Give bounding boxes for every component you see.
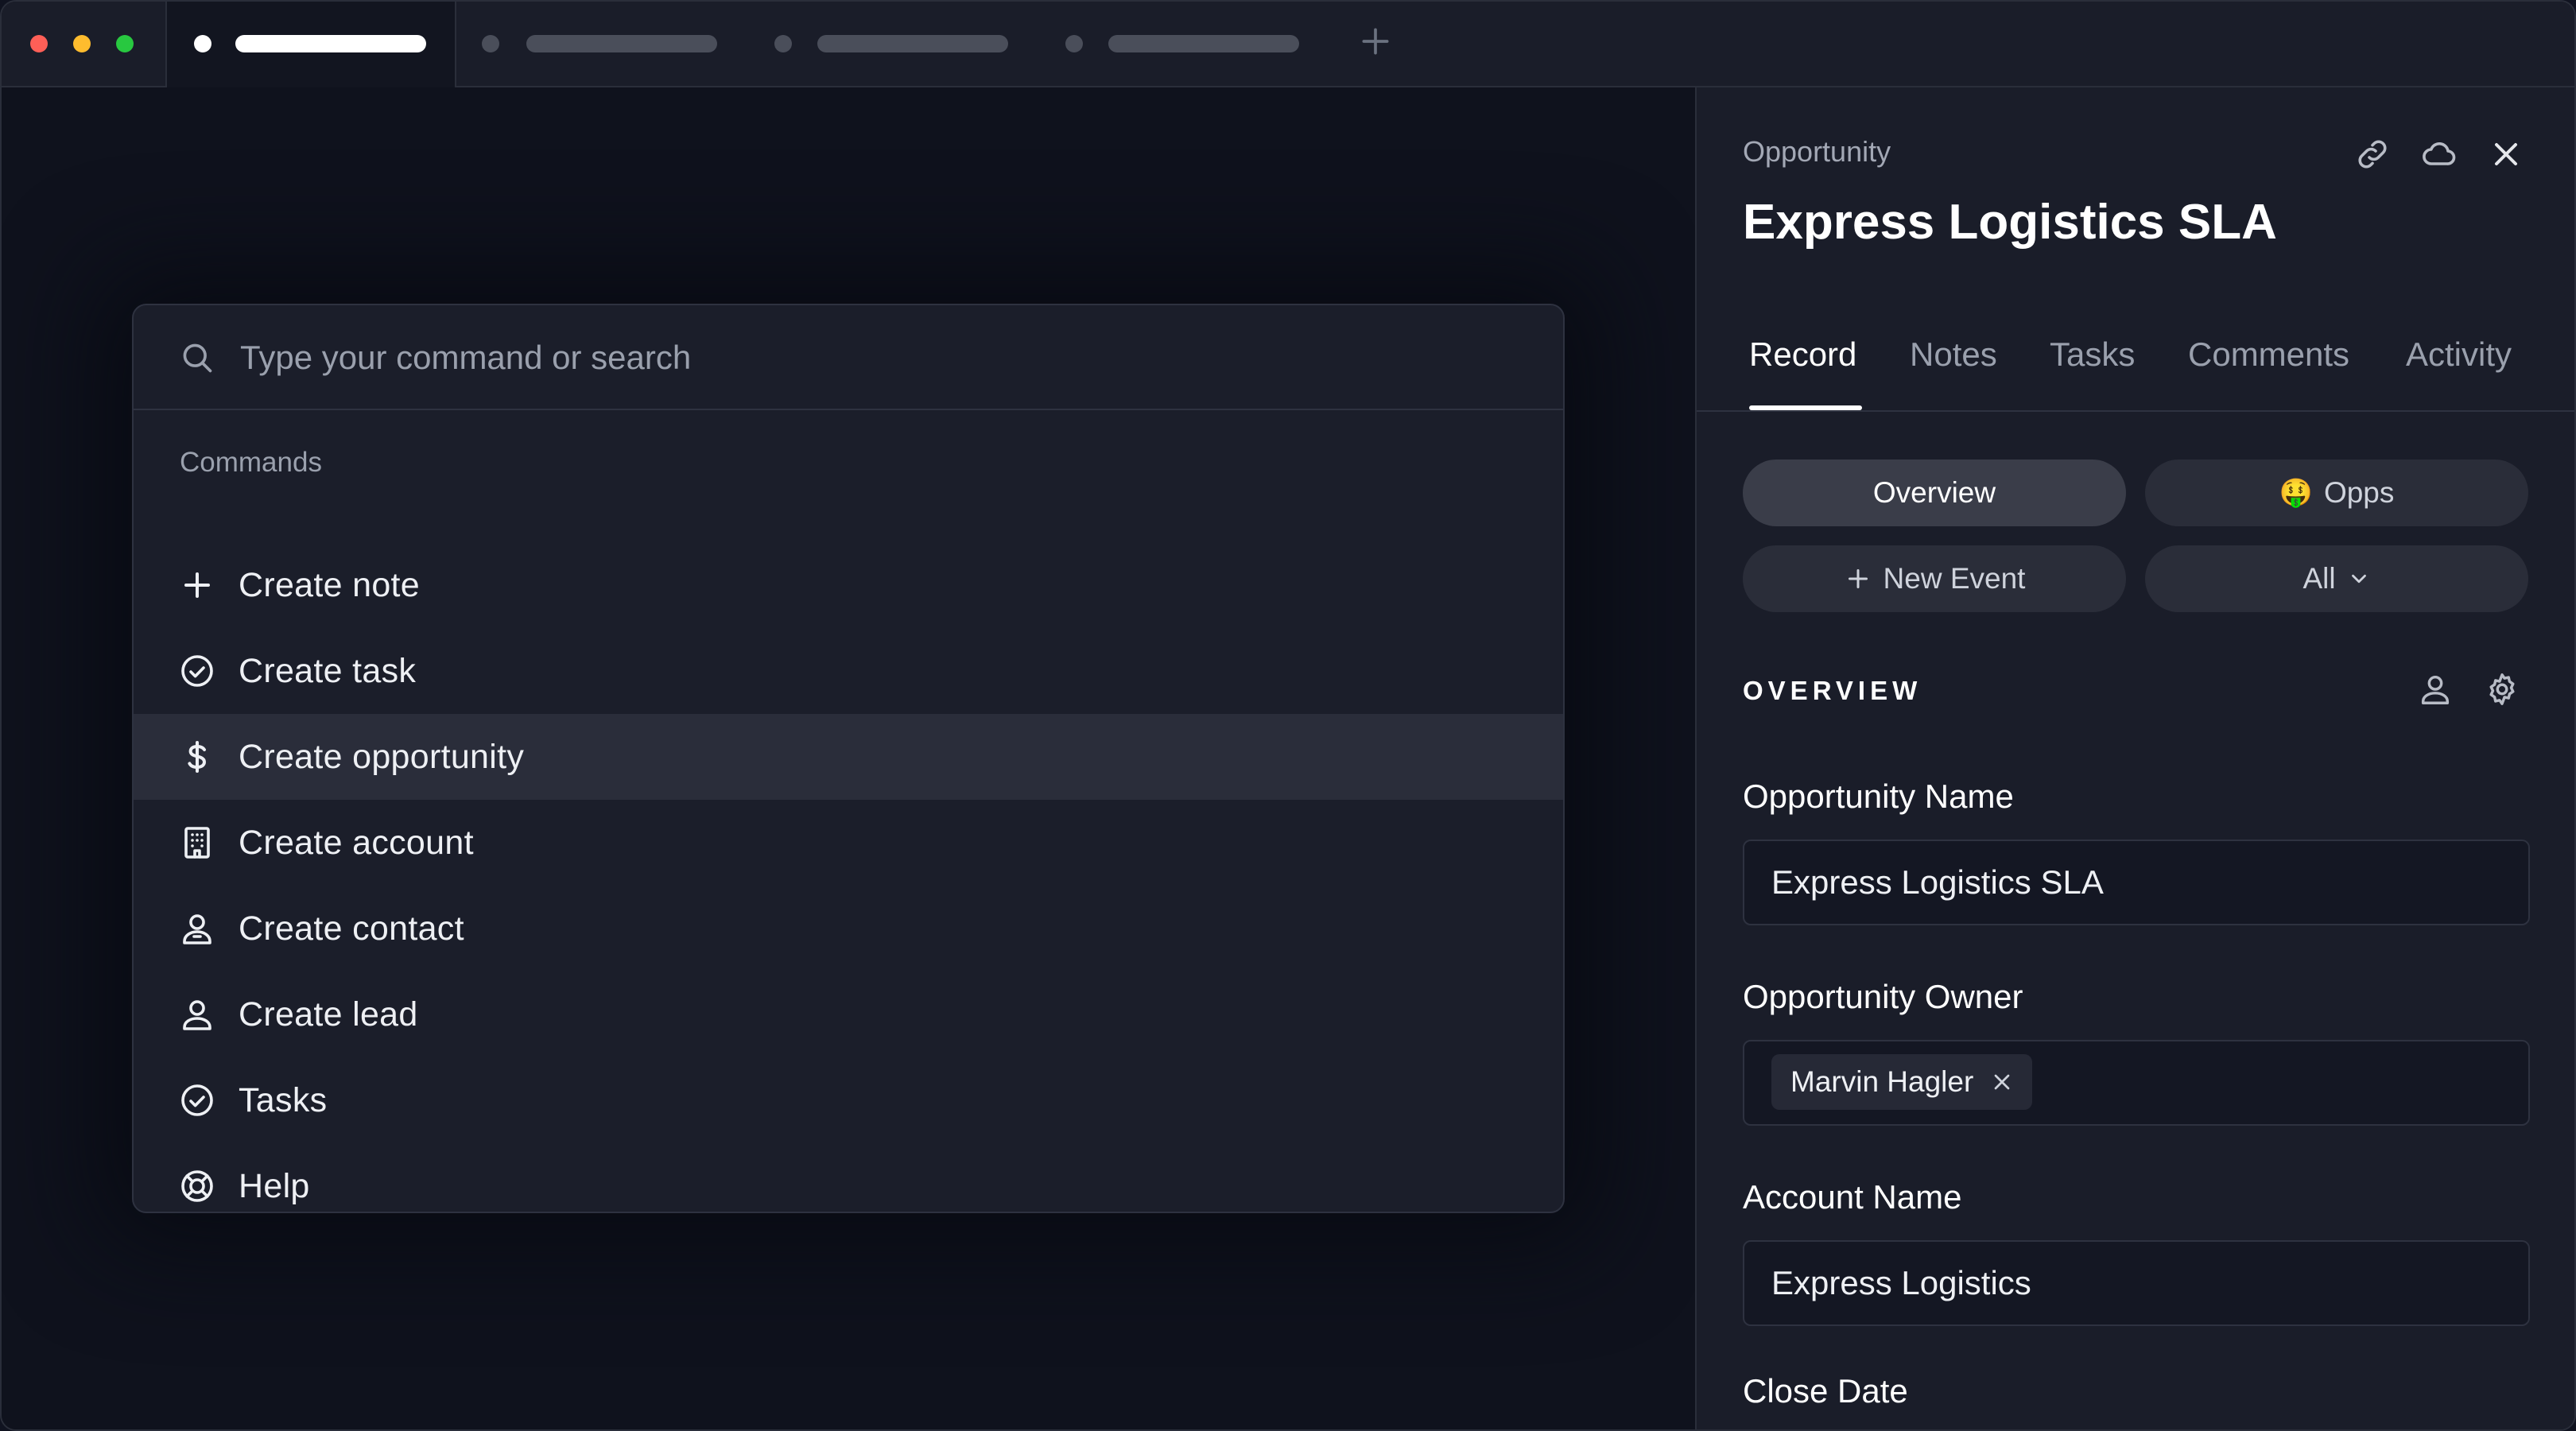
command-label: Help [239, 1166, 310, 1205]
account-name-value: Express Logistics [1771, 1264, 2031, 1301]
tab-bar [2, 2, 2574, 87]
tab-favicon [482, 35, 499, 52]
close-window-dot[interactable] [30, 35, 48, 52]
new-event-button[interactable]: New Event [1743, 545, 2126, 612]
command-create-note[interactable]: Create note [134, 542, 1563, 628]
opportunity-owner-field[interactable]: Marvin Hagler [1743, 1040, 2530, 1126]
opportunity-name-label: Opportunity Name [1743, 778, 2014, 815]
browser-tab[interactable] [1062, 2, 1317, 86]
command-search-input[interactable] [239, 332, 1514, 383]
tab-activity[interactable]: Activity [2406, 335, 2512, 374]
command-create-lead[interactable]: Create lead [134, 971, 1563, 1057]
browser-tab[interactable] [479, 2, 733, 86]
tab-title-placeholder [817, 35, 1008, 52]
building-icon [184, 827, 210, 859]
close-icon[interactable] [2487, 135, 2525, 173]
minimize-window-dot[interactable] [73, 35, 91, 52]
command-create-account[interactable]: Create account [134, 800, 1563, 886]
opps-button[interactable]: 🤑 Opps [2145, 460, 2528, 526]
tab-comments[interactable]: Comments [2188, 335, 2349, 374]
opportunity-panel: Opportunity Express Logistics SLA Record… [1695, 87, 2574, 1429]
command-label: Create account [239, 823, 474, 862]
command-create-contact[interactable]: Create contact [134, 886, 1563, 971]
command-label: Create note [239, 565, 421, 604]
link-icon[interactable] [2353, 135, 2392, 173]
command-label: Create opportunity [239, 737, 525, 776]
search-icon [183, 343, 212, 373]
tab-title-placeholder [1108, 35, 1299, 52]
opportunity-owner-label: Opportunity Owner [1743, 978, 2023, 1015]
all-filter-label: All [2302, 562, 2336, 595]
record-type-label: Opportunity [1743, 135, 1891, 168]
owner-chip-label: Marvin Hagler [1790, 1065, 1974, 1098]
command-help[interactable]: Help [134, 1143, 1563, 1212]
command-label: Create contact [239, 909, 464, 948]
plus-icon [184, 572, 210, 598]
lifebuoy-icon [181, 1170, 213, 1202]
money-face-icon: 🤑 [2279, 478, 2313, 508]
zoom-window-dot[interactable] [116, 35, 134, 52]
browser-tab[interactable] [771, 2, 1026, 86]
user-icon [183, 1000, 211, 1030]
account-name-label: Account Name [1743, 1178, 1962, 1216]
close-date-label: Close Date [1743, 1372, 1908, 1410]
check-circle-icon [181, 655, 213, 687]
opportunity-name-value: Express Logistics SLA [1771, 863, 2104, 901]
cloud-icon[interactable] [2420, 135, 2458, 173]
command-create-opportunity[interactable]: Create opportunity [134, 714, 1563, 800]
remove-owner-icon[interactable] [1989, 1069, 2015, 1095]
browser-tab-active[interactable] [165, 2, 456, 87]
command-search-row [134, 305, 1563, 410]
account-name-field[interactable]: Express Logistics [1743, 1240, 2530, 1326]
contact-icon [183, 914, 211, 944]
chevron-down-icon [2351, 574, 2366, 584]
overview-button-label: Overview [1872, 476, 1996, 509]
tab-notes[interactable]: Notes [1910, 335, 1997, 374]
user-icon[interactable] [2417, 671, 2454, 708]
command-label: Create lead [239, 995, 418, 1034]
command-palette: Commands Create note Create task Create … [132, 304, 1565, 1213]
new-event-label: New Event [1883, 562, 2026, 595]
owner-chip: Marvin Hagler [1771, 1054, 2033, 1110]
tab-title-placeholder [235, 35, 426, 52]
tab-favicon [1065, 35, 1083, 52]
check-circle-icon [181, 1084, 213, 1116]
record-title: Express Logistics SLA [1743, 195, 2277, 250]
commands-section-label: Commands [180, 447, 322, 478]
command-label: Create task [239, 651, 417, 690]
main-area: Commands Create note Create task Create … [2, 87, 1695, 1429]
plus-icon[interactable] [1358, 24, 1393, 59]
tab-record[interactable]: Record [1749, 335, 1856, 374]
active-tab-indicator [1749, 405, 1862, 410]
tab-tasks[interactable]: Tasks [2050, 335, 2135, 374]
record-tabs: Record Notes Tasks Comments Activity [1697, 307, 2574, 412]
app-window: Commands Create note Create task Create … [0, 0, 2576, 1431]
command-label: Tasks [239, 1080, 328, 1119]
opps-button-label: Opps [2323, 476, 2395, 509]
all-filter-dropdown[interactable]: All [2145, 545, 2528, 612]
opportunity-name-field[interactable]: Express Logistics SLA [1743, 840, 2530, 925]
plus-icon [1848, 569, 1868, 588]
command-tasks[interactable]: Tasks [134, 1057, 1563, 1143]
overview-section-heading: OVERVIEW [1743, 676, 1922, 705]
overview-button[interactable]: Overview [1743, 460, 2126, 526]
dollar-icon [188, 741, 207, 773]
tab-favicon [774, 35, 792, 52]
gear-icon[interactable] [2484, 671, 2520, 708]
tab-favicon [194, 35, 211, 52]
command-create-task[interactable]: Create task [134, 628, 1563, 714]
tab-title-placeholder [526, 35, 717, 52]
